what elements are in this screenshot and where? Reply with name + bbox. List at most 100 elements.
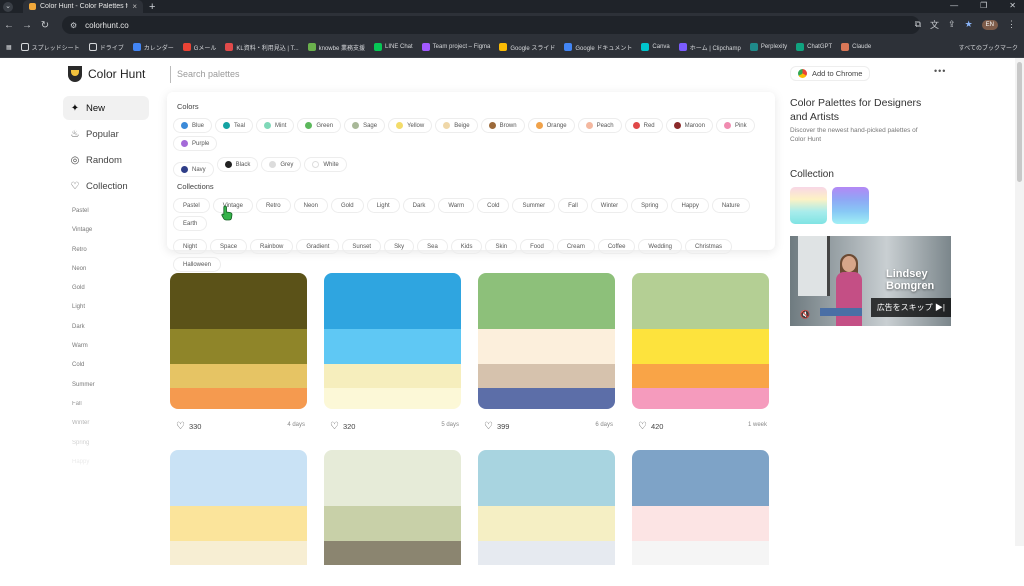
color-chip[interactable]: Sage bbox=[344, 118, 386, 133]
palette-swatch[interactable] bbox=[170, 541, 307, 565]
palette-swatch[interactable] bbox=[632, 364, 769, 388]
palette-swatch[interactable] bbox=[170, 364, 307, 388]
palette-swatch[interactable] bbox=[170, 450, 307, 506]
bookmark[interactable]: Team project – Figma bbox=[421, 43, 490, 51]
like-button[interactable]: ♡ 330 bbox=[176, 421, 201, 432]
collection-chip[interactable]: Food bbox=[520, 239, 554, 254]
collection-chip[interactable]: Gold bbox=[330, 198, 364, 213]
palette-swatch[interactable] bbox=[478, 450, 615, 506]
palette-swatch[interactable] bbox=[324, 388, 461, 409]
like-button[interactable]: ♡ 420 bbox=[638, 421, 663, 432]
palette-swatch[interactable] bbox=[632, 273, 769, 329]
sidebar-tag[interactable]: Summer bbox=[72, 382, 95, 401]
collection-chip[interactable]: Light bbox=[366, 198, 400, 213]
palette-swatch[interactable] bbox=[632, 329, 769, 364]
mute-icon[interactable]: 🔇 bbox=[800, 310, 810, 319]
translate-icon[interactable]: 文 bbox=[930, 18, 939, 31]
palette-swatch[interactable] bbox=[478, 273, 615, 329]
bookmark[interactable]: Google スライド bbox=[499, 43, 555, 52]
palette-swatch[interactable] bbox=[170, 388, 307, 409]
collection-chip[interactable]: Rainbow bbox=[250, 239, 294, 254]
site-info-icon[interactable]: ⚙ bbox=[70, 21, 77, 30]
collection-chip[interactable]: Cold bbox=[477, 198, 510, 213]
collection-chip[interactable]: Dark bbox=[402, 198, 436, 213]
collection-chip[interactable]: Gradient bbox=[296, 239, 340, 254]
collection-chip[interactable]: Winter bbox=[590, 198, 629, 213]
tab-search-button[interactable]: ⌄ bbox=[3, 1, 13, 12]
maximize-icon[interactable]: ❐ bbox=[980, 1, 987, 10]
bookmark[interactable]: KL資料・利用見込 | T... bbox=[225, 43, 299, 52]
bookmark[interactable]: Perplexity bbox=[749, 43, 787, 51]
palette-swatch[interactable] bbox=[478, 388, 615, 409]
sidebar-item-popular[interactable]: ♨ Popular bbox=[63, 122, 149, 146]
add-to-chrome-button[interactable]: Add to Chrome bbox=[790, 66, 871, 81]
collection-chip[interactable]: Summer bbox=[512, 198, 556, 213]
sidebar-tag[interactable]: Cold bbox=[72, 362, 95, 381]
bookmark[interactable]: スプレッドシート bbox=[20, 43, 80, 52]
color-chip[interactable]: Maroon bbox=[665, 118, 713, 133]
palette-swatch[interactable] bbox=[632, 541, 769, 565]
palette-swatch[interactable] bbox=[478, 541, 615, 565]
color-chip[interactable]: White bbox=[304, 157, 347, 172]
bookmark[interactable]: Gメール bbox=[182, 43, 216, 52]
profile-avatar[interactable]: EN bbox=[981, 19, 998, 30]
palette-swatch[interactable] bbox=[324, 541, 461, 565]
sidebar-tag[interactable]: Retro bbox=[72, 247, 95, 266]
more-options-icon[interactable]: ••• bbox=[934, 66, 946, 76]
palette-swatch[interactable] bbox=[478, 565, 615, 586]
palette-card[interactable] bbox=[170, 450, 307, 586]
color-chip[interactable]: Teal bbox=[215, 118, 254, 133]
menu-icon[interactable]: ⋮ bbox=[1007, 19, 1016, 30]
palette-swatch[interactable] bbox=[478, 506, 615, 541]
search-input[interactable]: Search palettes bbox=[170, 66, 770, 83]
color-chip[interactable]: Purple bbox=[173, 136, 218, 151]
bookmark[interactable]: ホーム | Clipchamp bbox=[678, 43, 741, 52]
bookmark[interactable]: Canva bbox=[641, 43, 670, 51]
bookmark[interactable]: Google ドキュメント bbox=[564, 43, 632, 52]
browser-tab[interactable]: Color Hunt - Color Palettes for ... × bbox=[23, 0, 143, 13]
palette-swatch[interactable] bbox=[170, 329, 307, 364]
close-tab-icon[interactable]: × bbox=[132, 2, 137, 11]
color-chip[interactable]: Peach bbox=[577, 118, 622, 133]
collection-chip[interactable]: Kids bbox=[450, 239, 483, 254]
bookmark[interactable]: LINE Chat bbox=[373, 43, 413, 51]
collection-chip[interactable]: Spring bbox=[631, 198, 669, 213]
sidebar-tag[interactable]: Neon bbox=[72, 266, 95, 285]
palette-card[interactable] bbox=[478, 450, 615, 586]
color-chip[interactable]: Yellow bbox=[388, 118, 433, 133]
collection-chip[interactable]: Coffee bbox=[597, 239, 636, 254]
collection-chip[interactable]: Night bbox=[173, 239, 208, 254]
color-chip[interactable]: Blue bbox=[173, 118, 213, 133]
forward-icon[interactable]: → bbox=[18, 20, 36, 31]
color-chip[interactable]: Mint bbox=[256, 118, 295, 133]
palette-swatch[interactable] bbox=[324, 273, 461, 329]
color-chip[interactable]: Black bbox=[216, 157, 259, 172]
palette-card[interactable] bbox=[170, 273, 307, 409]
collection-chip[interactable]: Wedding bbox=[638, 239, 682, 254]
collection-chip[interactable]: Sunset bbox=[342, 239, 382, 254]
collection-chip[interactable]: Retro bbox=[255, 198, 291, 213]
palette-swatch[interactable] bbox=[632, 506, 769, 541]
all-bookmarks[interactable]: すべてのブックマーク bbox=[959, 43, 1018, 52]
palette-card[interactable] bbox=[632, 273, 769, 409]
collection-chip[interactable]: Space bbox=[210, 239, 248, 254]
palette-swatch[interactable] bbox=[170, 273, 307, 329]
bookmark[interactable]: ドライブ bbox=[88, 43, 124, 52]
like-button[interactable]: ♡ 399 bbox=[484, 421, 509, 432]
collection-chip[interactable]: Pastel bbox=[173, 198, 210, 213]
collection-chip[interactable]: Halloween bbox=[173, 257, 222, 272]
site-logo[interactable]: Color Hunt bbox=[68, 66, 145, 82]
collection-chip[interactable]: Sea bbox=[417, 239, 448, 254]
sidebar-tag[interactable]: Spring bbox=[72, 440, 95, 459]
sidebar-tag[interactable]: Happy bbox=[72, 459, 95, 478]
collection-thumbnail[interactable] bbox=[832, 187, 869, 224]
sidebar-tag[interactable]: Light bbox=[72, 304, 95, 323]
color-chip[interactable]: Green bbox=[297, 118, 342, 133]
share-icon[interactable]: ⇪ bbox=[948, 19, 956, 30]
collection-chip[interactable]: Cream bbox=[556, 239, 595, 254]
color-chip[interactable]: Pink bbox=[715, 118, 755, 133]
collection-chip[interactable]: Nature bbox=[711, 198, 750, 213]
palette-swatch[interactable] bbox=[324, 329, 461, 364]
bookmark-star-icon[interactable]: ★ bbox=[965, 19, 973, 30]
collection-chip[interactable]: Earth bbox=[173, 216, 208, 231]
